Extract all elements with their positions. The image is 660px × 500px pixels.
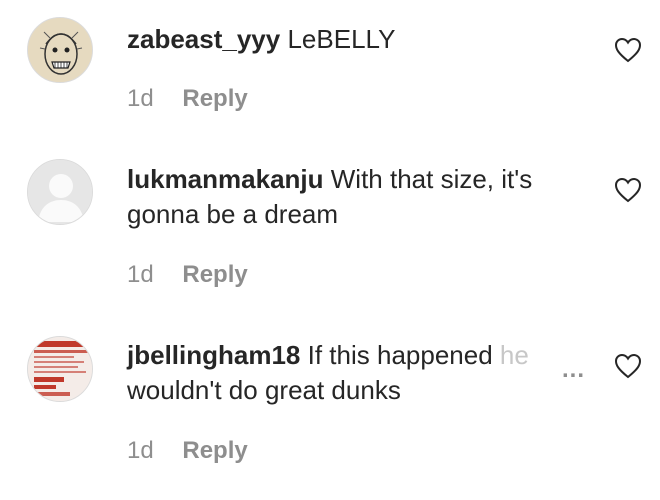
reply-button[interactable]: Reply xyxy=(182,437,247,464)
comment-username[interactable]: lukmanmakanju xyxy=(127,164,324,194)
reply-button[interactable]: Reply xyxy=(182,261,247,288)
comment-meta: 1d Reply xyxy=(127,85,248,113)
reply-button[interactable]: Reply xyxy=(182,85,247,112)
comment-timestamp[interactable]: 1d xyxy=(127,261,154,288)
avatar[interactable] xyxy=(27,17,93,83)
comment-body-truncated: he xyxy=(499,340,529,370)
comment-meta: 1d Reply xyxy=(127,261,248,289)
default-user-avatar-icon xyxy=(28,160,92,224)
red-poster-avatar-icon xyxy=(28,337,92,401)
comment-text: jbellingham18 If this happened he wouldn… xyxy=(127,338,597,408)
comment-username[interactable]: zabeast_yyy xyxy=(127,24,280,54)
avatar[interactable] xyxy=(27,336,93,402)
comment-timestamp[interactable]: 1d xyxy=(127,437,154,464)
heart-outline-icon[interactable] xyxy=(614,353,642,379)
comment-body-line2: wouldn't do great dunks xyxy=(127,375,401,405)
comment-body: If this happened xyxy=(307,340,493,370)
more-options-button[interactable]: ... xyxy=(559,356,586,384)
comment-text: zabeast_yyy LeBELLY xyxy=(127,22,597,57)
comment-username[interactable]: jbellingham18 xyxy=(127,340,300,370)
comment-meta: 1d Reply xyxy=(127,437,248,465)
comment-timestamp[interactable]: 1d xyxy=(127,85,154,112)
sketch-face-avatar-icon xyxy=(28,18,92,82)
heart-outline-icon[interactable] xyxy=(614,177,642,203)
comment-text: lukmanmakanju With that size, it's gonna… xyxy=(127,162,597,232)
avatar[interactable] xyxy=(27,159,93,225)
comment-body: LeBELLY xyxy=(287,24,396,54)
heart-outline-icon[interactable] xyxy=(614,37,642,63)
